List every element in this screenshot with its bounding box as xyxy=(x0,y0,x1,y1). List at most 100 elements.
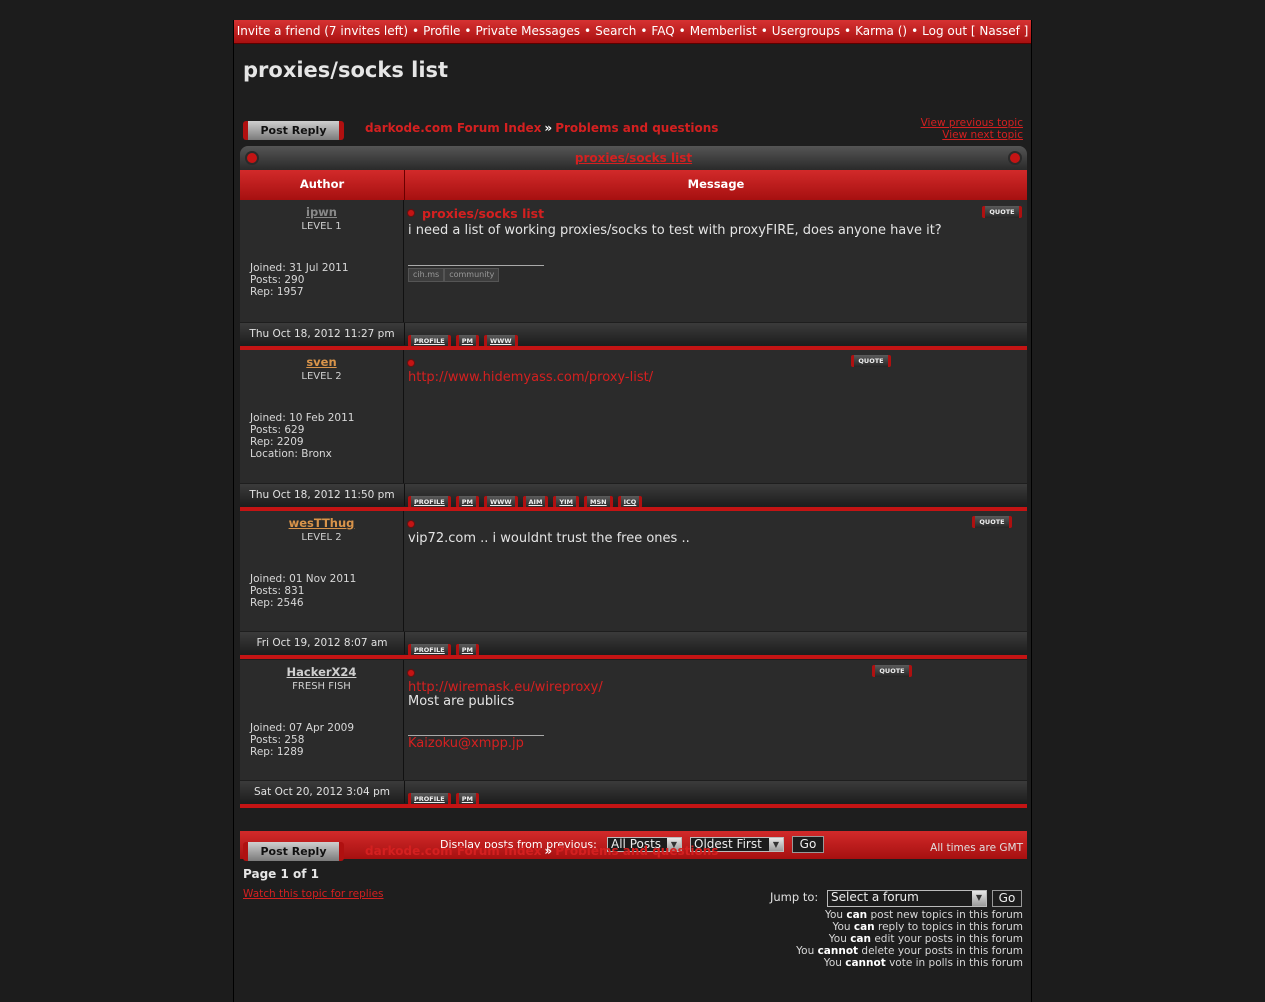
post-action-buttons: PROFILE PM xyxy=(408,637,484,656)
post-author-name[interactable]: HackerX24 xyxy=(240,665,403,679)
post-bullet-icon xyxy=(408,210,414,216)
nav-invite[interactable]: Invite a friend (7 invites left) xyxy=(237,24,408,38)
post-author-panel: HackerX24 FRESH FISH Joined: 07 Apr 2009… xyxy=(240,660,404,780)
quote-button[interactable]: QUOTE xyxy=(982,206,1022,218)
post-action-buttons: PROFILE PM WWW xyxy=(408,328,523,347)
timezone-note: All times are GMT xyxy=(930,842,1023,854)
signature-divider xyxy=(408,265,544,266)
post-link[interactable]: http://wiremask.eu/wireproxy/ xyxy=(408,680,603,695)
page-indicator: Page 1 of 1 xyxy=(243,867,319,881)
post-author-rank: FRESH FISH xyxy=(292,681,351,692)
post-date: Thu Oct 18, 2012 11:50 pm xyxy=(240,484,405,506)
author-rep: 2546 xyxy=(276,597,304,609)
post-message: proxies/socks list QUOTE i need a list o… xyxy=(404,200,1027,322)
display-go-button[interactable]: Go xyxy=(792,836,824,853)
nav-search[interactable]: Search xyxy=(595,24,636,38)
author-posts: 629 xyxy=(284,424,305,436)
post-title: proxies/socks list xyxy=(408,206,544,221)
post-text: Most are publics xyxy=(408,694,515,709)
author-posts: 831 xyxy=(284,585,305,597)
post-separator xyxy=(240,655,1027,659)
post-title xyxy=(408,356,422,371)
post-footer: Thu Oct 18, 2012 11:27 pm PROFILE PM WWW xyxy=(240,323,1027,347)
post-date: Sat Oct 20, 2012 3:04 pm xyxy=(240,781,405,803)
signature-badge[interactable]: cih.ms community xyxy=(408,268,500,282)
nav-profile[interactable]: Profile xyxy=(423,24,460,38)
post-author-panel: sven LEVEL 2 Joined: 10 Feb 2011 Posts: … xyxy=(240,350,404,483)
post-action-buttons: PROFILE PM WWW AIM YIM MSN ICQ xyxy=(408,489,647,508)
caption-left-dot-icon xyxy=(247,153,257,163)
author-posts: 258 xyxy=(284,734,305,746)
jump-go-button[interactable]: Go xyxy=(992,890,1022,907)
post-author-stats: Joined: 07 Apr 2009 Posts: 258 Rep: 1289 xyxy=(250,722,355,758)
permission-line: You cannot vote in polls in this forum xyxy=(823,957,1023,969)
permission-line: You can reply to topics in this forum xyxy=(832,921,1023,933)
column-headers: Author Message xyxy=(240,170,1027,200)
post-author-rank: LEVEL 2 xyxy=(301,532,342,543)
post-bullet-icon xyxy=(408,670,414,676)
post-signature[interactable]: Kaizoku@xmpp.jp xyxy=(408,736,524,751)
post-bullet-icon xyxy=(408,521,414,527)
top-navigation: Invite a friend (7 invites left) • Profile… xyxy=(234,20,1031,44)
nav-logout[interactable]: Log out [ Nassef ] xyxy=(922,24,1028,38)
breadcrumb-forum[interactable]: Problems and questions xyxy=(555,844,718,858)
caption-right-dot-icon xyxy=(1010,153,1020,163)
post-reply-button[interactable]: Post Reply xyxy=(243,121,344,140)
permission-line: You can edit your posts in this forum xyxy=(828,933,1023,945)
author-rep: 2209 xyxy=(276,436,304,448)
post-footer: Sat Oct 20, 2012 3:04 pm PROFILE PM xyxy=(240,781,1027,805)
post-author-name[interactable]: sven xyxy=(240,355,403,369)
post-message: QUOTE vip72.com .. i wouldnt trust the f… xyxy=(404,511,1027,631)
nav-karma[interactable]: Karma () xyxy=(855,24,907,38)
breadcrumb-bottom: darkode.com Forum Index» Problems and que… xyxy=(365,844,719,858)
post-text: vip72.com .. i wouldnt trust the free on… xyxy=(408,531,690,546)
author-location: Bronx xyxy=(301,448,332,460)
dropdown-arrow-icon: ▼ xyxy=(972,891,986,906)
post-reply-button-bottom[interactable]: Post Reply xyxy=(243,842,344,861)
permission-line: You cannot delete your posts in this for… xyxy=(796,945,1023,957)
topic-caption-link[interactable]: proxies/socks list xyxy=(575,151,692,165)
quote-button[interactable]: QUOTE xyxy=(872,665,912,677)
quote-button[interactable]: QUOTE xyxy=(851,355,891,367)
post-date: Thu Oct 18, 2012 11:27 pm xyxy=(240,323,405,345)
post-title xyxy=(408,666,422,681)
breadcrumb: darkode.com Forum Index» Problems and que… xyxy=(365,121,719,135)
post-text: i need a list of working proxies/socks t… xyxy=(408,223,942,238)
view-previous-topic-link[interactable]: View previous topic xyxy=(921,117,1023,129)
topic-caption: proxies/socks list xyxy=(240,146,1027,170)
topic-navigation: View previous topic View next topic xyxy=(921,117,1023,141)
post-author-stats: Joined: 31 Jul 2011 Posts: 290 Rep: 1957 xyxy=(250,262,349,298)
post-separator xyxy=(240,804,1027,808)
author-joined: 10 Feb 2011 xyxy=(289,412,355,424)
forum-permissions: You can post new topics in this forum Yo… xyxy=(796,909,1023,969)
message-column-header: Message xyxy=(687,177,745,191)
nav-usergroups[interactable]: Usergroups xyxy=(772,24,840,38)
post-author-panel: ipwn LEVEL 1 Joined: 31 Jul 2011 Posts: … xyxy=(240,200,404,322)
post-footer: Thu Oct 18, 2012 11:50 pm PROFILE PM WWW AI… xyxy=(240,484,1027,508)
post-author-name[interactable]: ipwn xyxy=(240,205,403,219)
post-author-panel: wesTThug LEVEL 2 Joined: 01 Nov 2011 Pos… xyxy=(240,511,404,631)
nav-faq[interactable]: FAQ xyxy=(651,24,674,38)
post-footer: Fri Oct 19, 2012 8:07 am PROFILE PM xyxy=(240,632,1027,656)
post-author-rank: LEVEL 2 xyxy=(301,371,342,382)
breadcrumb-forum-index[interactable]: darkode.com Forum Index xyxy=(365,844,541,858)
post-author-stats: Joined: 10 Feb 2011 Posts: 629 Rep: 2209… xyxy=(250,412,355,460)
watch-topic-link[interactable]: Watch this topic for replies xyxy=(243,888,384,900)
post-message: QUOTE http://wiremask.eu/wireproxy/ Most… xyxy=(404,660,1027,780)
nav-private-messages[interactable]: Private Messages xyxy=(476,24,581,38)
page-title: proxies/socks list xyxy=(243,58,449,82)
author-joined: 07 Apr 2009 xyxy=(289,722,355,734)
nav-memberlist[interactable]: Memberlist xyxy=(690,24,757,38)
author-posts: 290 xyxy=(284,274,305,286)
post-author-rank: LEVEL 1 xyxy=(301,221,342,232)
author-joined: 31 Jul 2011 xyxy=(289,262,349,274)
quote-button[interactable]: QUOTE xyxy=(972,516,1012,528)
breadcrumb-forum[interactable]: Problems and questions xyxy=(555,121,718,135)
post-title xyxy=(408,517,422,532)
post-link[interactable]: http://www.hidemyass.com/proxy-list/ xyxy=(408,370,653,385)
jump-to-label: Jump to: xyxy=(770,890,819,904)
breadcrumb-forum-index[interactable]: darkode.com Forum Index xyxy=(365,121,541,135)
view-next-topic-link[interactable]: View next topic xyxy=(921,129,1023,141)
jump-forum-select[interactable]: Select a forum ▼ xyxy=(827,890,987,907)
post-author-name[interactable]: wesTThug xyxy=(240,516,403,530)
